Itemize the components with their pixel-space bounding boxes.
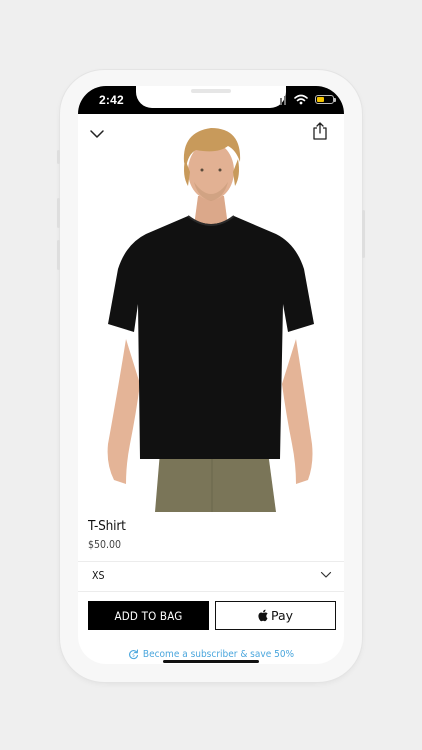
- signal-icon: [272, 96, 288, 105]
- app-screen: 2:42 T-Shirt $50.00 XS ADD TO BAG Pay $ …: [78, 86, 344, 664]
- status-time: 2:42: [99, 93, 124, 107]
- status-icons: [264, 94, 336, 105]
- product-title: T-Shirt: [88, 518, 126, 534]
- size-select[interactable]: XS: [78, 561, 344, 591]
- status-bar: 2:42: [78, 86, 344, 114]
- close-icon[interactable]: [87, 124, 107, 144]
- size-value: XS: [92, 570, 105, 582]
- apple-pay-button[interactable]: Pay: [215, 601, 336, 630]
- model-photo: [107, 128, 314, 512]
- phone-volume-up-button: [57, 198, 60, 228]
- battery-icon: [315, 95, 336, 104]
- svg-text:$: $: [132, 652, 135, 658]
- apple-pay-label: Pay: [270, 608, 294, 623]
- wifi-icon: [294, 94, 308, 105]
- share-icon[interactable]: [310, 121, 330, 141]
- add-to-bag-button[interactable]: ADD TO BAG: [88, 601, 209, 630]
- phone-side-button: [57, 150, 60, 164]
- phone-power-button: [362, 210, 365, 258]
- product-price: $50.00: [88, 539, 122, 551]
- chevron-down-icon: [320, 571, 332, 578]
- product-image: [78, 114, 344, 512]
- home-indicator: [163, 660, 259, 663]
- subscribe-text: Become a subscriber & save 50%: [142, 648, 295, 660]
- divider: [78, 591, 344, 592]
- phone-volume-down-button: [57, 240, 60, 270]
- notch-speaker: [191, 89, 231, 93]
- refresh-icon: $: [128, 648, 138, 659]
- apple-icon: [258, 609, 268, 622]
